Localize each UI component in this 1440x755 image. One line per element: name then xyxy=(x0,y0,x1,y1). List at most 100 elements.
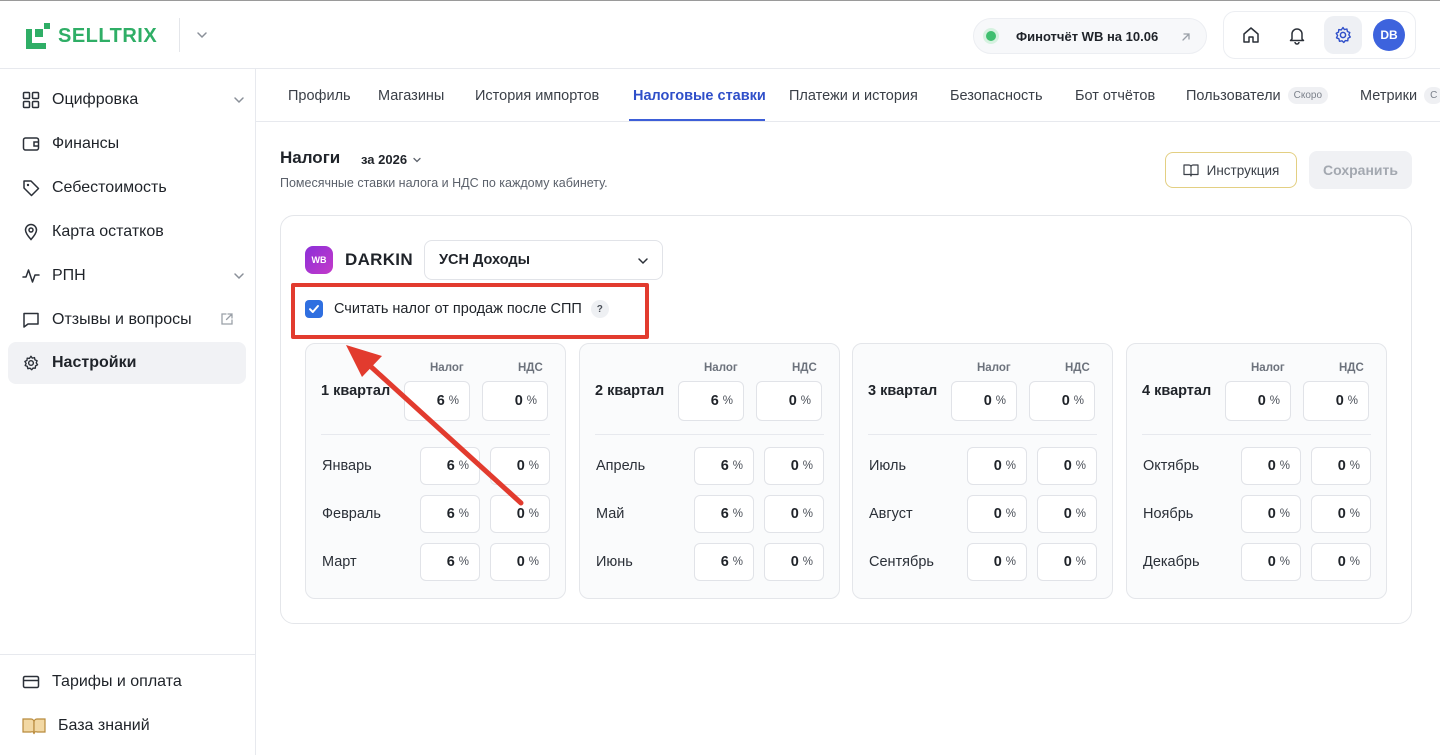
logo[interactable]: SELLTRIX xyxy=(26,23,157,49)
quarter-divider xyxy=(1142,434,1371,435)
percent-sign: % xyxy=(1005,508,1016,520)
quarter-vat-input[interactable]: 0% xyxy=(1029,381,1095,421)
month-vat-input[interactable]: 0% xyxy=(1037,447,1097,485)
month-tax-input[interactable]: 6% xyxy=(420,495,480,533)
settings-button[interactable] xyxy=(1324,16,1362,54)
quarter-vat-input[interactable]: 0% xyxy=(482,381,548,421)
quarter-tax-input[interactable]: 0% xyxy=(951,381,1017,421)
avatar[interactable]: DB xyxy=(1373,19,1405,51)
percent-sign: % xyxy=(732,508,743,520)
spp-label[interactable]: Считать налог от продаж после СПП xyxy=(334,301,582,317)
month-vat-input[interactable]: 0% xyxy=(490,447,550,485)
month-name: Январь xyxy=(322,458,372,474)
month-vat-input[interactable]: 0% xyxy=(1037,495,1097,533)
soon-badge: Скоро xyxy=(1287,87,1329,104)
month-vat-input[interactable]: 0% xyxy=(1311,543,1371,581)
month-vat-input[interactable]: 0% xyxy=(1037,543,1097,581)
book-open-icon xyxy=(1183,164,1199,177)
sidebar-item-stock-map[interactable]: Карта остатков xyxy=(8,211,246,253)
month-vat-input[interactable]: 0% xyxy=(1311,495,1371,533)
month-tax-input[interactable]: 0% xyxy=(967,447,1027,485)
sidebar-item-label: Карта остатков xyxy=(52,223,164,240)
month-tax-input[interactable]: 0% xyxy=(1241,543,1301,581)
quarter-vat-input[interactable]: 0% xyxy=(1303,381,1369,421)
sidebar-item-settings[interactable]: Настройки xyxy=(8,342,246,384)
cell-value: 6 xyxy=(720,554,729,570)
cell-value: 6 xyxy=(720,506,729,522)
sidebar-item-reviews[interactable]: Отзывы и вопросы xyxy=(8,299,246,341)
month-tax-input[interactable]: 0% xyxy=(967,543,1027,581)
page-title: Налоги xyxy=(280,148,341,167)
month-vat-input[interactable]: 0% xyxy=(764,543,824,581)
month-vat-input[interactable]: 0% xyxy=(764,447,824,485)
tab-tax-rates[interactable]: Налоговые ставки xyxy=(633,69,766,121)
sidebar-item-label: Оцифровка xyxy=(52,91,139,108)
month-tax-input[interactable]: 6% xyxy=(694,447,754,485)
external-link-icon xyxy=(221,313,233,325)
tax-regime-select[interactable]: УСН Доходы xyxy=(424,240,663,280)
cell-value: 0 xyxy=(790,554,799,570)
map-pin-icon xyxy=(24,223,38,241)
sidebar-item-rpn[interactable]: РПН xyxy=(8,255,246,297)
tab-security[interactable]: Безопасность xyxy=(950,69,1043,121)
month-tax-input[interactable]: 0% xyxy=(967,495,1027,533)
tax-regime-value: УСН Доходы xyxy=(439,252,530,268)
save-button[interactable]: Сохранить xyxy=(1309,151,1412,189)
month-tax-input[interactable]: 0% xyxy=(1241,495,1301,533)
sidebar-item-digitization[interactable]: Оцифровка xyxy=(8,79,246,121)
tab-profile[interactable]: Профиль xyxy=(288,69,351,121)
home-button[interactable] xyxy=(1232,16,1270,54)
book-icon xyxy=(22,718,46,735)
sidebar: Оцифровка Финансы Себестоимость Карта ос… xyxy=(0,69,256,755)
month-vat-input[interactable]: 0% xyxy=(490,543,550,581)
percent-sign: % xyxy=(458,460,469,472)
month-vat-input[interactable]: 0% xyxy=(490,495,550,533)
month-vat-input[interactable]: 0% xyxy=(764,495,824,533)
cell-value: 0 xyxy=(516,506,525,522)
percent-sign: % xyxy=(528,556,539,568)
tab-payments[interactable]: Платежи и история xyxy=(789,69,918,121)
month-name: Октябрь xyxy=(1143,458,1200,474)
gear-icon xyxy=(1335,26,1351,44)
month-tax-input[interactable]: 0% xyxy=(1241,447,1301,485)
quarter-tax-input[interactable]: 0% xyxy=(1225,381,1291,421)
quarter-vat-input[interactable]: 0% xyxy=(756,381,822,421)
cell-value: 0 xyxy=(790,506,799,522)
cell-value: 0 xyxy=(1267,506,1276,522)
cell-value: 0 xyxy=(788,393,797,409)
notifications-button[interactable] xyxy=(1278,16,1316,54)
tax-column-label: Налог xyxy=(1251,362,1285,374)
percent-sign: % xyxy=(528,460,539,472)
month-tax-input[interactable]: 6% xyxy=(694,543,754,581)
spp-checkbox[interactable] xyxy=(305,300,323,318)
tab-report-bot[interactable]: Бот отчётов xyxy=(1075,69,1155,121)
tab-import-history[interactable]: История импортов xyxy=(475,69,599,121)
sidebar-item-cost[interactable]: Себестоимость xyxy=(8,167,246,209)
cell-value: 6 xyxy=(446,458,455,474)
month-tax-input[interactable]: 6% xyxy=(694,495,754,533)
vat-column-label: НДС xyxy=(792,362,817,374)
quarter-tax-input[interactable]: 6% xyxy=(404,381,470,421)
month-tax-input[interactable]: 6% xyxy=(420,447,480,485)
cell-value: 0 xyxy=(1267,554,1276,570)
tab-shops[interactable]: Магазины xyxy=(378,69,444,121)
percent-sign: % xyxy=(1349,508,1360,520)
percent-sign: % xyxy=(802,508,813,520)
tab-users[interactable]: Пользователи Скоро xyxy=(1186,69,1329,121)
top-header: SELLTRIX Финотчёт WB на 10.06 DB xyxy=(0,0,1440,69)
cell-value: 6 xyxy=(710,393,719,409)
month-tax-input[interactable]: 6% xyxy=(420,543,480,581)
sidebar-item-knowledge-base[interactable]: База знаний xyxy=(8,705,246,747)
percent-sign: % xyxy=(1347,395,1358,407)
help-icon[interactable]: ? xyxy=(590,300,609,318)
sidebar-item-tariffs[interactable]: Тарифы и оплата xyxy=(8,661,246,703)
workspace-chevron-down-icon[interactable] xyxy=(195,28,209,42)
sidebar-item-finance[interactable]: Финансы xyxy=(8,123,246,165)
month-name: Декабрь xyxy=(1143,554,1200,570)
year-select[interactable]: за 2026 xyxy=(361,152,422,167)
quarter-tax-input[interactable]: 6% xyxy=(678,381,744,421)
month-vat-input[interactable]: 0% xyxy=(1311,447,1371,485)
instruction-button[interactable]: Инструкция xyxy=(1165,152,1297,188)
report-status-pill[interactable]: Финотчёт WB на 10.06 xyxy=(973,18,1207,54)
tab-metrics[interactable]: Метрики С xyxy=(1360,69,1440,121)
